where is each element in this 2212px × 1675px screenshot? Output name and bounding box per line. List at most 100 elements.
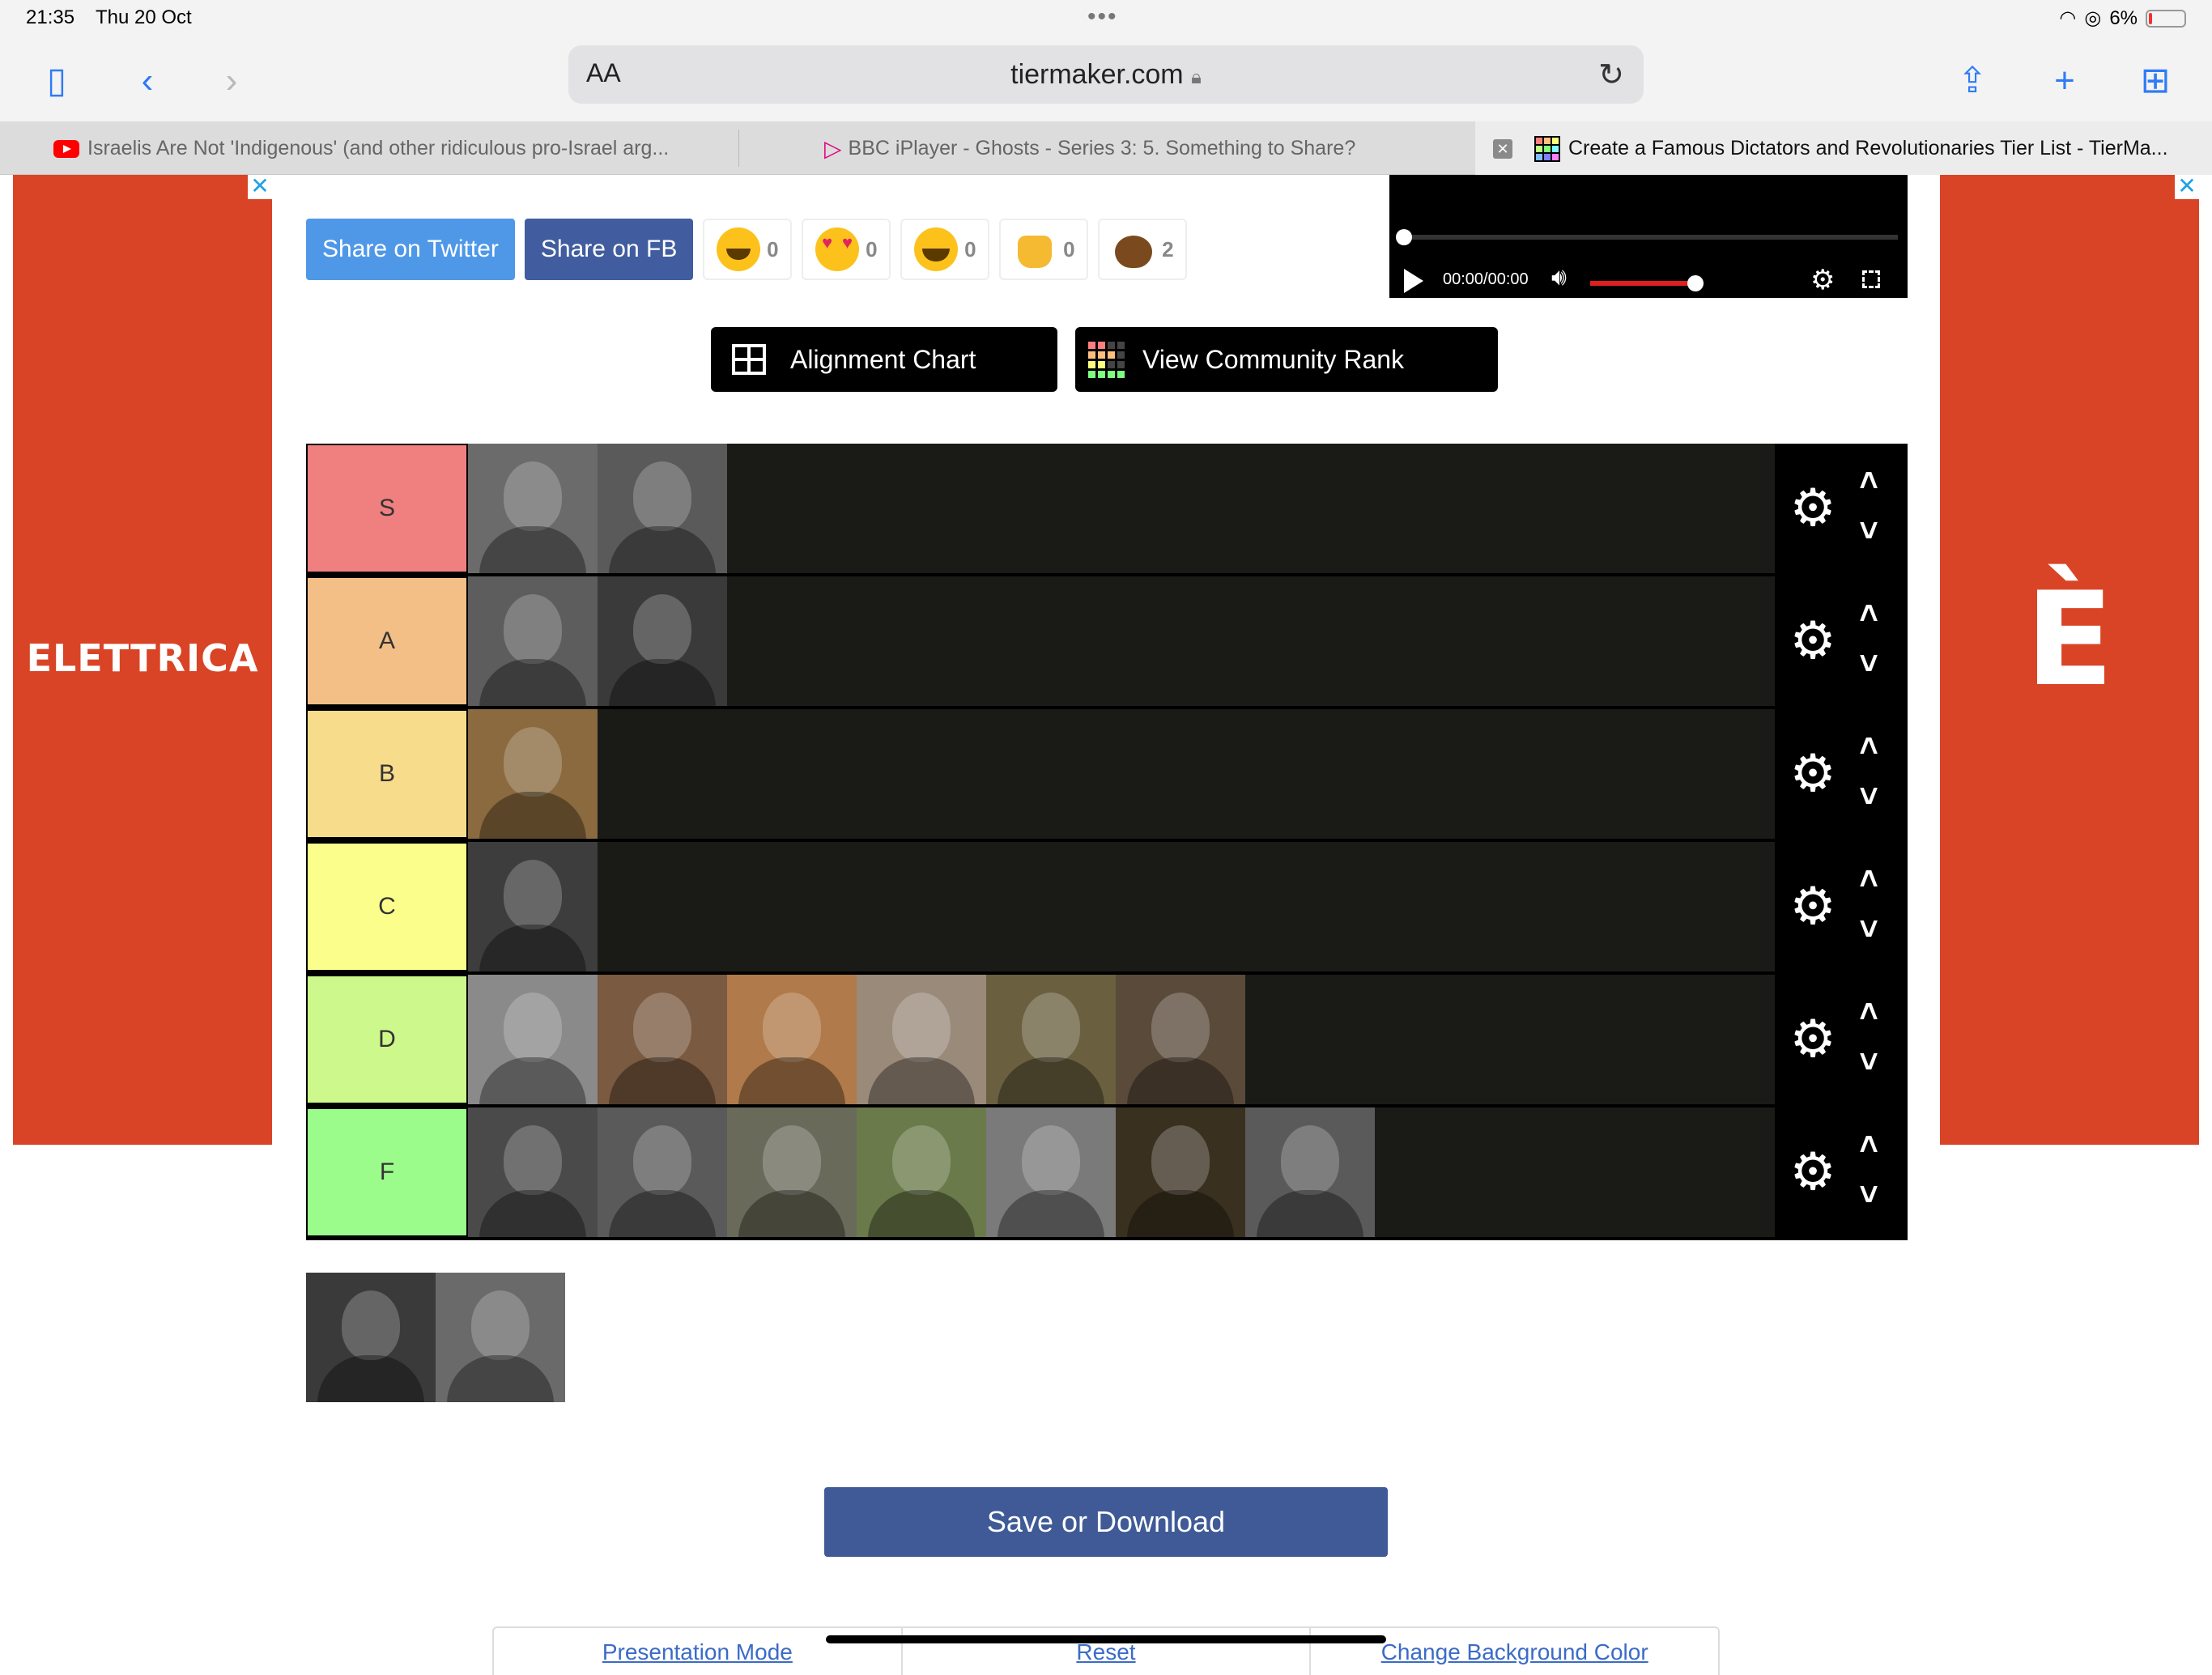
tier-item-portrait[interactable] xyxy=(986,975,1116,1104)
move-tier-down-icon[interactable]: ˅ xyxy=(1853,1179,1885,1211)
tier-item-portrait[interactable] xyxy=(468,709,598,839)
tier-row: C ⚙ ˄ ˅ xyxy=(306,842,1908,971)
community-rank-button[interactable]: View Community Rank xyxy=(1075,327,1498,392)
move-tier-up-icon[interactable]: ˄ xyxy=(1853,597,1885,630)
fullscreen-icon[interactable] xyxy=(1862,270,1880,288)
video-progress-knob[interactable] xyxy=(1396,229,1412,245)
tier-item-portrait[interactable] xyxy=(468,1107,598,1237)
tier-row: A ⚙ ˄ ˅ xyxy=(306,576,1908,706)
tier-label[interactable]: S xyxy=(306,444,468,573)
tier-items[interactable] xyxy=(468,1107,1775,1237)
tier-items[interactable] xyxy=(468,576,1775,706)
tier-settings-icon[interactable]: ⚙ xyxy=(1786,879,1840,933)
tier-item-portrait[interactable] xyxy=(1116,1107,1245,1237)
tier-settings-icon[interactable]: ⚙ xyxy=(1786,1012,1840,1065)
move-tier-down-icon[interactable]: ˅ xyxy=(1853,515,1885,547)
tier-item-portrait[interactable] xyxy=(1116,975,1245,1104)
ad-right-text: È xyxy=(2025,563,2114,715)
video-player[interactable]: 00:00/00:00 🔊︎ ⚙ xyxy=(1389,175,1908,298)
move-tier-up-icon[interactable]: ˄ xyxy=(1853,996,1885,1028)
tier-item-portrait[interactable] xyxy=(468,444,598,573)
tier-settings-icon[interactable]: ⚙ xyxy=(1786,481,1840,534)
move-tier-up-icon[interactable]: ˄ xyxy=(1853,1129,1885,1161)
tab-tiermaker[interactable]: ✕ Create a Famous Dictators and Revoluti… xyxy=(1475,121,2212,175)
tier-label[interactable]: C xyxy=(306,842,468,971)
tier-items[interactable] xyxy=(468,444,1775,573)
tier-items[interactable] xyxy=(468,709,1775,839)
reaction-heart-eyes-button[interactable]: 0 xyxy=(802,219,891,280)
multitask-dots-icon[interactable]: ••• xyxy=(1087,3,1118,31)
video-settings-icon[interactable]: ⚙ xyxy=(1810,264,1835,296)
sidebar-toggle-icon[interactable]: ▯ xyxy=(32,57,81,105)
tier-label[interactable]: F xyxy=(306,1107,468,1237)
tier-items[interactable] xyxy=(468,975,1775,1104)
video-progress-bar[interactable] xyxy=(1396,229,1898,245)
unranked-pool xyxy=(306,1273,565,1402)
tier-item-portrait[interactable] xyxy=(1245,1107,1375,1237)
move-tier-up-icon[interactable]: ˄ xyxy=(1853,863,1885,895)
share-twitter-button[interactable]: Share on Twitter xyxy=(306,219,515,280)
forward-icon[interactable]: › xyxy=(207,57,256,105)
tier-items[interactable] xyxy=(468,842,1775,971)
tab-iplayer[interactable]: ▷ BBC iPlayer - Ghosts - Series 3: 5. Som… xyxy=(824,121,1472,175)
tier-controls: ⚙ ˄ ˅ xyxy=(1775,709,1908,839)
community-rank-label: View Community Rank xyxy=(1142,345,1405,374)
reaction-grinning-button[interactable]: 0 xyxy=(703,219,793,280)
tab-divider xyxy=(738,130,739,167)
ad-close-icon[interactable]: ✕ xyxy=(2175,175,2199,199)
reaction-laughing-button[interactable]: 0 xyxy=(900,219,990,280)
tier-label[interactable]: D xyxy=(306,975,468,1104)
tier-item-portrait[interactable] xyxy=(598,576,727,706)
tier-item-portrait[interactable] xyxy=(727,975,857,1104)
unranked-item-portrait[interactable] xyxy=(436,1273,565,1402)
tab-youtube[interactable]: Israelis Are Not 'Indigenous' (and other… xyxy=(53,121,734,175)
tier-item-portrait[interactable] xyxy=(727,1107,857,1237)
tier-item-portrait[interactable] xyxy=(857,975,986,1104)
tier-label[interactable]: B xyxy=(306,709,468,839)
tab-overview-icon[interactable]: ⊞ xyxy=(2131,57,2180,105)
reaction-raising-hands-button[interactable]: 0 xyxy=(999,219,1089,280)
wifi-icon: ◠ xyxy=(2059,7,2077,29)
new-tab-icon[interactable]: + xyxy=(2040,57,2089,105)
status-time: 21:35 xyxy=(26,6,75,28)
tier-row: S ⚙ ˄ ˅ xyxy=(306,444,1908,573)
left-ad-banner[interactable]: ✕ ELETTRICA xyxy=(13,175,272,1145)
community-rank-icon xyxy=(1088,341,1125,378)
move-tier-down-icon[interactable]: ˅ xyxy=(1853,648,1885,680)
iplayer-icon: ▷ xyxy=(824,136,842,162)
volume-knob[interactable] xyxy=(1687,275,1704,291)
tier-settings-icon[interactable]: ⚙ xyxy=(1786,1145,1840,1198)
save-download-button[interactable]: Save or Download xyxy=(824,1487,1388,1557)
unranked-item-portrait[interactable] xyxy=(306,1273,436,1402)
tier-item-portrait[interactable] xyxy=(468,576,598,706)
tier-settings-icon[interactable]: ⚙ xyxy=(1786,614,1840,667)
close-tab-icon[interactable]: ✕ xyxy=(1493,139,1512,159)
ad-close-icon[interactable]: ✕ xyxy=(248,175,272,199)
tier-item-portrait[interactable] xyxy=(598,444,727,573)
tier-settings-icon[interactable]: ⚙ xyxy=(1786,746,1840,800)
tier-item-portrait[interactable] xyxy=(986,1107,1116,1237)
right-ad-banner[interactable]: ✕ È xyxy=(1940,175,2199,1145)
tier-item-portrait[interactable] xyxy=(857,1107,986,1237)
share-fb-button[interactable]: Share on FB xyxy=(524,219,694,280)
move-tier-up-icon[interactable]: ˄ xyxy=(1853,730,1885,763)
tier-controls: ⚙ ˄ ˅ xyxy=(1775,842,1908,971)
reload-icon[interactable]: ↻ xyxy=(1598,57,1624,93)
move-tier-down-icon[interactable]: ˅ xyxy=(1853,913,1885,946)
tier-item-portrait[interactable] xyxy=(598,975,727,1104)
tier-item-portrait[interactable] xyxy=(468,975,598,1104)
move-tier-down-icon[interactable]: ˅ xyxy=(1853,780,1885,813)
address-bar[interactable]: AA tiermaker.com 🔒︎ ↻ xyxy=(568,45,1644,104)
back-icon[interactable]: ‹ xyxy=(123,57,172,105)
move-tier-down-icon[interactable]: ˅ xyxy=(1853,1046,1885,1078)
alignment-chart-button[interactable]: Alignment Chart xyxy=(711,327,1057,392)
tier-item-portrait[interactable] xyxy=(598,1107,727,1237)
tier-item-portrait[interactable] xyxy=(468,842,598,971)
play-icon[interactable] xyxy=(1404,269,1423,293)
share-icon[interactable]: ⇪ xyxy=(1948,57,1997,105)
move-tier-up-icon[interactable]: ˄ xyxy=(1853,465,1885,497)
volume-icon[interactable]: 🔊︎ xyxy=(1551,264,1567,291)
volume-slider[interactable] xyxy=(1590,275,1704,291)
tier-label[interactable]: A xyxy=(306,576,468,706)
reaction-poop-button[interactable]: 2 xyxy=(1098,219,1188,280)
